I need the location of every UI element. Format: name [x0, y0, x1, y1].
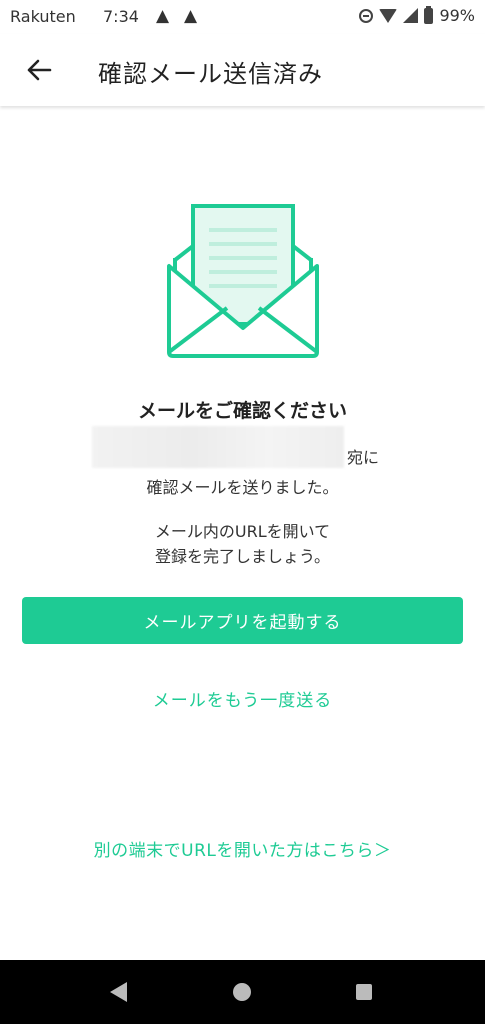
other-device-link[interactable]: 別の端末でURLを開いた方はこちら＞ [0, 836, 485, 861]
address-suffix: 宛に [347, 448, 380, 467]
instruction-line: メール内のURLを開いて [154, 522, 331, 541]
page-title: 確認メール送信済み [98, 60, 323, 88]
redacted-email-address [92, 426, 344, 468]
nav-recents-icon[interactable] [356, 984, 372, 1000]
nav-back-icon[interactable] [110, 982, 127, 1002]
wifi-icon [379, 8, 398, 23]
carrier-name: Rakuten [10, 7, 76, 26]
back-arrow-icon[interactable] [22, 53, 56, 87]
system-nav-bar [0, 960, 485, 1024]
sent-message: 確認メールを送りました。 [146, 478, 339, 497]
status-bar: Rakuten 7:34 ▲ ▲ 99% [0, 0, 485, 34]
battery-icon [424, 5, 434, 24]
nav-home-icon[interactable] [233, 983, 251, 1001]
warning-icon: ▲ [156, 6, 170, 26]
envelope-icon [165, 200, 321, 360]
open-mail-app-button[interactable]: メールアプリを起動する [22, 597, 463, 644]
confirm-heading: メールをご確認ください [137, 400, 347, 422]
do-not-disturb-icon [359, 8, 374, 23]
signal-icon [403, 8, 419, 23]
clock: 7:34 [103, 7, 139, 26]
battery-percent: 99% [439, 6, 475, 25]
warning-icon: ▲ [184, 6, 198, 26]
resend-email-link[interactable]: メールをもう一度送る [0, 686, 485, 711]
instruction-line: 登録を完了しましょう。 [154, 547, 331, 566]
app-bar: 確認メール送信済み [0, 34, 485, 106]
status-icons: 99% [359, 5, 475, 25]
